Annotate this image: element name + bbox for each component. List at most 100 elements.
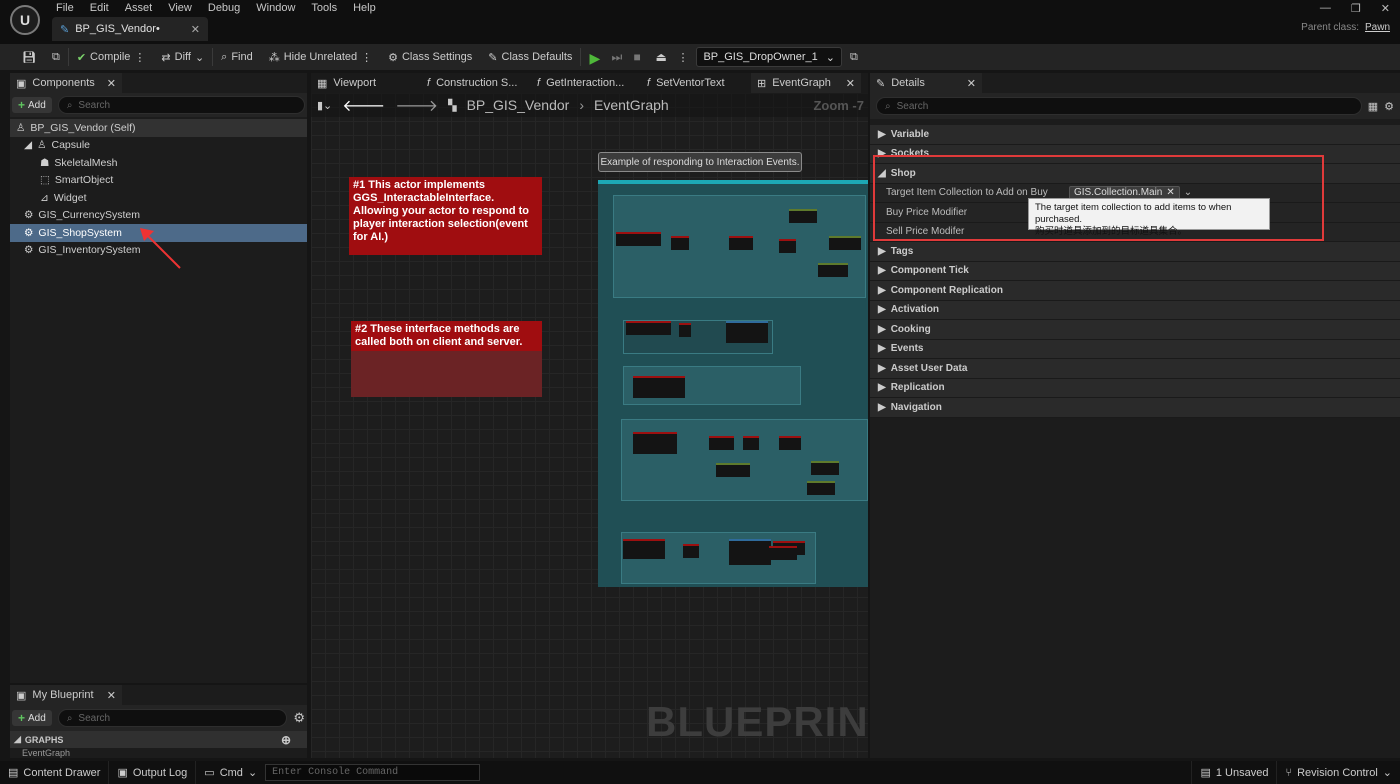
graph-node[interactable] [743,436,759,450]
find-button[interactable]: ⌕ Find [213,44,261,70]
expand-arrow-icon[interactable]: ◢ [24,139,32,151]
category-asset-user-data[interactable]: ▶ Asset User Data [870,359,1400,379]
debug-find-button[interactable]: ⧉ [842,44,866,70]
tree-item-widget[interactable]: ⊿ Widget [10,189,307,207]
console-command-input[interactable]: Enter Console Command [265,764,481,781]
menu-view[interactable]: View [160,0,200,16]
play-icon[interactable]: ▶ [589,50,603,66]
graph-node[interactable] [829,236,861,250]
graph-node[interactable] [779,436,801,450]
menu-help[interactable]: Help [345,0,384,16]
close-icon[interactable]: ✕ [967,77,976,90]
tree-item-self[interactable]: ♙ BP_GIS_Vendor (Self) [10,119,307,137]
category-variable[interactable]: ▶ Variable [870,125,1400,145]
output-log-button[interactable]: ▣ Output Log [109,761,197,784]
menu-window[interactable]: Window [248,0,303,16]
category-replication[interactable]: ▶ Replication [870,378,1400,398]
details-tab[interactable]: ✎ Details ✕ [870,73,982,93]
details-search-input[interactable]: ⌕ Search [876,97,1362,115]
gear-icon[interactable]: ⚙ [1384,100,1394,113]
diff-button[interactable]: ⇄ Diff ⌄ [153,44,212,70]
graph-node[interactable] [729,236,753,250]
graph-node[interactable] [709,436,734,450]
graph-node[interactable] [683,544,699,558]
save-button[interactable]: 💾︎ [14,44,44,70]
tree-item-smartobject[interactable]: ⬚ SmartObject [10,172,307,190]
graph-node[interactable] [716,463,750,477]
kebab-icon[interactable]: ⋮ [677,51,688,64]
graph-node[interactable] [779,239,796,253]
graph-node[interactable] [633,432,677,454]
graph-node[interactable] [726,321,768,343]
close-icon[interactable]: ✕ [107,689,116,702]
comment-box-2[interactable]: #2 These interface methods are called bo… [351,321,542,397]
hide-unrelated-button[interactable]: ⁂ Hide Unrelated ⋮ [261,44,380,70]
cmd-dropdown[interactable]: ▭ Cmd ⌄ [196,761,265,784]
tree-item-currency-system[interactable]: ⚙ GIS_CurrencySystem [10,207,307,225]
components-search-input[interactable]: ⌕ Search [57,96,305,114]
graph-node[interactable] [807,481,835,495]
breadcrumb-blueprint[interactable]: BP_GIS_Vendor [467,97,570,113]
class-defaults-button[interactable]: ✎ Class Defaults [480,44,580,70]
tab-set-ventor-text[interactable]: f SetVentorText [641,73,751,93]
add-component-button[interactable]: + Add [12,97,52,113]
category-tags[interactable]: ▶ Tags [870,242,1400,262]
menu-debug[interactable]: Debug [200,0,248,16]
kebab-icon[interactable]: ⋮ [361,51,372,64]
comment-bubble[interactable]: Example of responding to Interaction Eve… [598,152,802,172]
close-window-icon[interactable]: ✕ [1381,2,1390,15]
event-graph-item[interactable]: EventGraph [10,748,307,758]
minimize-icon[interactable]: — [1320,2,1331,14]
graph-node[interactable] [789,209,817,223]
graph-node[interactable] [623,539,665,559]
gear-icon[interactable]: ⚙ [293,710,305,726]
breadcrumb-graph[interactable]: EventGraph [594,97,803,113]
eject-icon[interactable]: ⏏ [655,50,669,64]
category-navigation[interactable]: ▶ Navigation [870,398,1400,418]
graph-node[interactable] [729,539,771,565]
close-icon[interactable]: ✕ [846,77,855,90]
menu-tools[interactable]: Tools [303,0,345,16]
close-icon[interactable]: ✕ [191,23,200,36]
graphs-section[interactable]: ◢ GRAPHS ⊕ [10,731,307,748]
graph-node[interactable] [769,546,797,560]
graph-node[interactable] [818,263,848,277]
back-arrow-icon[interactable]: 🡐 [342,95,385,116]
debug-object-select[interactable]: BP_GIS_DropOwner_1 ⌄ [696,47,842,67]
tab-viewport[interactable]: ▦ Viewport [311,73,421,93]
parent-class-value[interactable]: Pawn [1365,22,1390,33]
browse-button[interactable]: ⧉ [44,44,68,70]
graph-node[interactable] [811,461,839,475]
unreal-logo-icon[interactable]: U [10,5,40,35]
unsaved-button[interactable]: ▤ 1 Unsaved [1191,761,1278,784]
step-icon[interactable]: ⏭ [611,50,625,64]
graph-node[interactable] [671,236,689,250]
kebab-icon[interactable]: ⋮ [134,51,145,64]
class-settings-button[interactable]: ⚙ Class Settings [380,44,480,70]
content-drawer-button[interactable]: ▤ Content Drawer [0,761,110,784]
compile-button[interactable]: ✔ Compile ⋮ [69,44,154,70]
tree-item-capsule[interactable]: ◢ ♙ Capsule [10,137,307,155]
close-icon[interactable]: ✕ [107,77,116,90]
category-component-replication[interactable]: ▶ Component Replication [870,281,1400,301]
maximize-icon[interactable]: ❐ [1351,2,1361,15]
category-activation[interactable]: ▶ Activation [870,300,1400,320]
graph-node[interactable] [679,323,691,337]
forward-arrow-icon[interactable]: 🡒 [395,95,438,116]
add-graph-icon[interactable]: ⊕ [281,733,291,747]
document-tab[interactable]: ✎ BP_GIS_Vendor• ✕ [52,17,208,41]
my-blueprint-search-input[interactable]: ⌕ Search [57,709,288,727]
revision-control-button[interactable]: ⑂ Revision Control ⌄ [1277,761,1400,784]
stop-icon[interactable]: ■ [633,50,647,64]
category-cooking[interactable]: ▶ Cooking [870,320,1400,340]
tree-item-skeletalmesh[interactable]: ☗ SkeletalMesh [10,154,307,172]
add-blueprint-item-button[interactable]: + Add [12,710,52,726]
category-component-tick[interactable]: ▶ Component Tick [870,261,1400,281]
comment-box-1[interactable]: #1 This actor implements GGS_Interactabl… [349,177,542,255]
tab-get-interaction[interactable]: f GetInteraction... [531,73,641,93]
table-view-icon[interactable]: ▦ [1368,100,1378,113]
menu-edit[interactable]: Edit [82,0,117,16]
menu-file[interactable]: File [48,0,82,16]
graph-node[interactable] [616,232,661,246]
graph-node[interactable] [633,376,685,398]
